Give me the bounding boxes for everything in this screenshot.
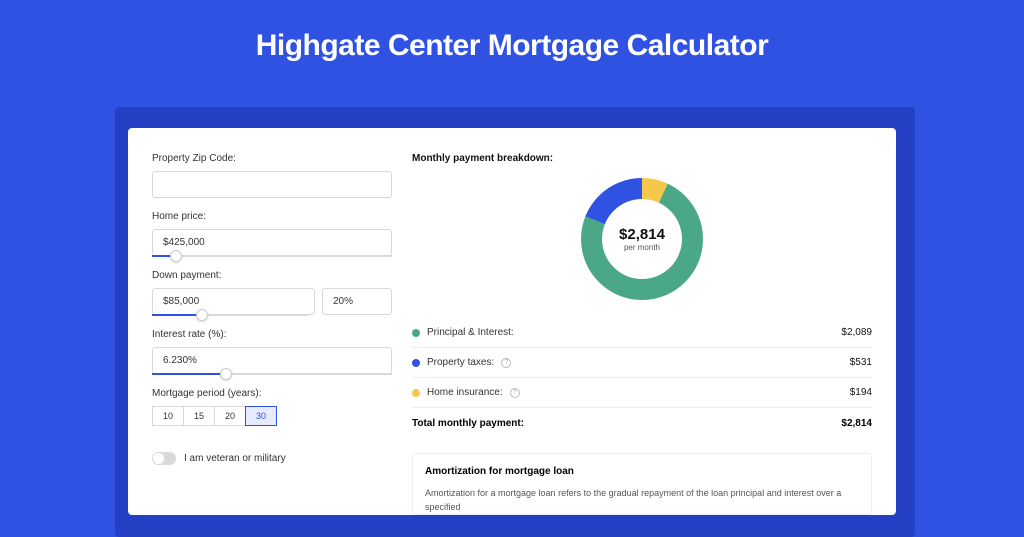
line-label: Property taxes: bbox=[427, 357, 494, 368]
dp-amount-input[interactable] bbox=[152, 288, 315, 315]
line-label: Principal & Interest: bbox=[427, 327, 514, 338]
price-slider[interactable] bbox=[152, 255, 392, 257]
total-row: Total monthly payment: $2,814 bbox=[412, 407, 872, 439]
zip-input[interactable] bbox=[152, 171, 392, 198]
amortization-text: Amortization for a mortgage loan refers … bbox=[425, 487, 859, 514]
info-icon[interactable]: ? bbox=[510, 388, 520, 398]
total-value: $2,814 bbox=[841, 418, 872, 429]
veteran-toggle[interactable] bbox=[152, 452, 176, 465]
page-title: Highgate Center Mortgage Calculator bbox=[0, 0, 1024, 84]
rate-slider[interactable] bbox=[152, 373, 392, 375]
donut-amount: $2,814 bbox=[619, 226, 665, 243]
price-field-group: Home price: bbox=[152, 211, 392, 257]
veteran-label: I am veteran or military bbox=[184, 453, 286, 464]
line-item-insurance: Home insurance: ? $194 bbox=[412, 377, 872, 407]
rate-input[interactable] bbox=[152, 347, 392, 374]
info-icon[interactable]: ? bbox=[501, 358, 511, 368]
dp-slider-thumb[interactable] bbox=[196, 309, 208, 321]
dot-icon bbox=[412, 389, 420, 397]
dot-icon bbox=[412, 359, 420, 367]
dp-percent-input[interactable] bbox=[322, 288, 392, 315]
zip-field-group: Property Zip Code: bbox=[152, 153, 392, 198]
rate-slider-fill bbox=[152, 373, 226, 375]
period-option-15[interactable]: 15 bbox=[183, 406, 215, 426]
inputs-column: Property Zip Code: Home price: Down paym… bbox=[152, 153, 392, 515]
line-item-principal: Principal & Interest: $2,089 bbox=[412, 318, 872, 347]
breakdown-title: Monthly payment breakdown: bbox=[412, 153, 872, 164]
line-item-taxes: Property taxes: ? $531 bbox=[412, 347, 872, 377]
period-label: Mortgage period (years): bbox=[152, 388, 392, 399]
total-label: Total monthly payment: bbox=[412, 418, 524, 429]
line-value: $531 bbox=[850, 357, 872, 368]
price-slider-thumb[interactable] bbox=[170, 250, 182, 262]
period-option-30[interactable]: 30 bbox=[245, 406, 277, 426]
rate-slider-thumb[interactable] bbox=[220, 368, 232, 380]
period-option-10[interactable]: 10 bbox=[152, 406, 184, 426]
veteran-toggle-knob bbox=[153, 453, 164, 464]
line-value: $2,089 bbox=[841, 327, 872, 338]
donut-wrap: $2,814 per month bbox=[412, 178, 872, 300]
donut-sub: per month bbox=[624, 243, 660, 252]
veteran-row: I am veteran or military bbox=[152, 452, 392, 465]
line-value: $194 bbox=[850, 387, 872, 398]
breakdown-list: Principal & Interest: $2,089 Property ta… bbox=[412, 318, 872, 439]
amortization-title: Amortization for mortgage loan bbox=[425, 466, 859, 477]
zip-label: Property Zip Code: bbox=[152, 153, 392, 164]
rate-field-group: Interest rate (%): bbox=[152, 329, 392, 375]
downpayment-field-group: Down payment: bbox=[152, 270, 392, 316]
dp-label: Down payment: bbox=[152, 270, 392, 281]
dp-slider-fill bbox=[152, 314, 202, 316]
period-options: 10 15 20 30 bbox=[152, 406, 392, 426]
period-field-group: Mortgage period (years): 10 15 20 30 bbox=[152, 388, 392, 426]
period-option-20[interactable]: 20 bbox=[214, 406, 246, 426]
breakdown-column: Monthly payment breakdown: $2,814 per mo… bbox=[412, 153, 872, 515]
price-label: Home price: bbox=[152, 211, 392, 222]
payment-donut-chart: $2,814 per month bbox=[581, 178, 703, 300]
dot-icon bbox=[412, 329, 420, 337]
line-label: Home insurance: bbox=[427, 387, 503, 398]
rate-label: Interest rate (%): bbox=[152, 329, 392, 340]
dp-slider[interactable] bbox=[152, 314, 308, 316]
price-input[interactable] bbox=[152, 229, 392, 256]
calculator-card: Property Zip Code: Home price: Down paym… bbox=[128, 128, 896, 515]
amortization-box: Amortization for mortgage loan Amortizat… bbox=[412, 453, 872, 515]
